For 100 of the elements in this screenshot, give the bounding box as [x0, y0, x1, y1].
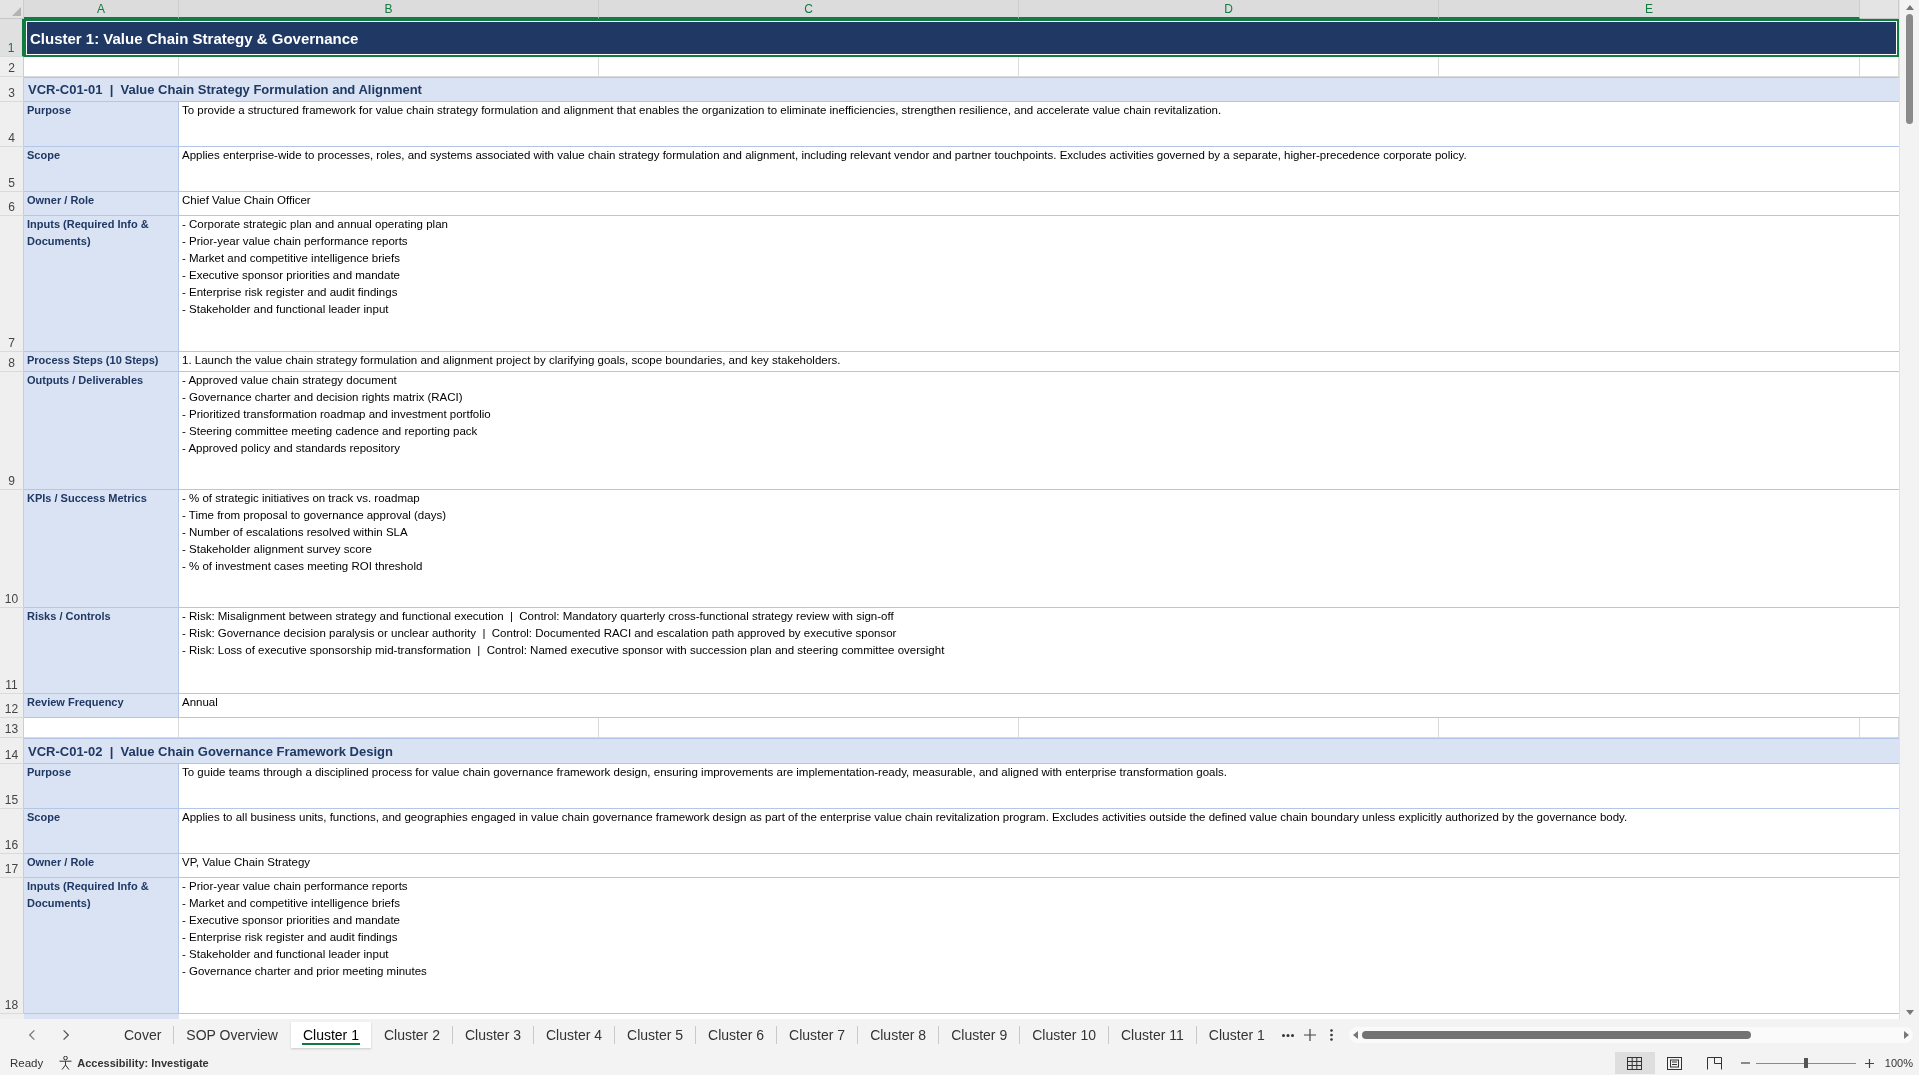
sheet-tab[interactable]: SOP Overview: [174, 1022, 290, 1048]
cell-text: - Risk: Misalignment between strategy and functional execution | Control: Mandatory quarterly cross-functional strategy review with sign-off: [182, 609, 894, 624]
row-number[interactable]: 15: [0, 764, 24, 809]
sheet-tab[interactable]: Cluster 3: [452, 1022, 533, 1048]
vertical-scrollbar[interactable]: [1899, 0, 1919, 1019]
cell-text: - Enterprise risk register and audit findings: [182, 930, 398, 945]
sheet-tab[interactable]: Cluster 1: [1196, 1022, 1277, 1048]
page-break-icon: [1707, 1056, 1723, 1070]
column-header[interactable]: A: [24, 0, 179, 19]
cell-text: - Risk: Loss of executive sponsorship mid-transformation | Control: Named executive sponsor with succession plan and steering committee oversight: [182, 643, 945, 658]
scrollbar-thumb[interactable]: [1361, 1031, 1751, 1039]
row-label: Process Steps (10 Steps): [24, 352, 179, 372]
accessibility-icon: [59, 1056, 73, 1070]
sheet-tab[interactable]: Cluster 2: [371, 1022, 452, 1048]
row-number[interactable]: 18: [0, 878, 24, 1014]
chevron-left-icon: [29, 1030, 35, 1040]
row-number[interactable]: 5: [0, 147, 24, 192]
column-header[interactable]: B: [179, 0, 599, 19]
cell-text: - Stakeholder and functional leader input: [182, 302, 389, 317]
row-label: Scope: [24, 809, 179, 854]
cell-text: 1. Launch the value chain strategy formulation and alignment project by clarifying goals, scope boundaries, and key stakeholders.: [182, 353, 841, 368]
horizontal-scrollbar[interactable]: [1348, 1027, 1913, 1043]
row-label: Purpose: [24, 102, 179, 147]
row-number[interactable]: 11: [0, 608, 24, 694]
section-header: VCR-C01-01 | Value Chain Strategy Formulation and Alignment: [24, 77, 1899, 102]
cell-text: - Governance charter and prior meeting minutes: [182, 964, 427, 979]
plus-icon: [1865, 1058, 1875, 1068]
cell-text: Applies enterprise-wide to processes, roles, and systems associated with value chain strategy formulation and alignment, including relevant vendor and partner touchpoints. Excludes activities governed by a separate, higher-precedence corporate policy.: [182, 148, 1467, 163]
cell-text: Annual: [182, 695, 218, 710]
accessibility-status[interactable]: Accessibility: Investigate: [57, 1053, 211, 1073]
cell-text: - Risk: Governance decision paralysis or unclear authority | Control: Documented RACI and escalation path approved by executive sponsor: [182, 626, 897, 641]
slider-thumb[interactable]: [1803, 1058, 1808, 1068]
cell-text: - Stakeholder alignment survey score: [182, 542, 372, 557]
cell-text: - Time from proposal to governance approval (days): [182, 508, 446, 523]
row-number[interactable]: 7: [0, 216, 24, 352]
row-number[interactable]: 9: [0, 372, 24, 490]
chevron-right-icon: [63, 1030, 69, 1040]
row-number[interactable]: 8: [0, 352, 24, 372]
plus-icon: [1303, 1029, 1316, 1041]
row-number[interactable]: 2: [0, 57, 24, 77]
cell-text: - Market and competitive intelligence briefs: [182, 251, 400, 266]
sheet-tab[interactable]: Cover: [112, 1022, 174, 1048]
row-number[interactable]: 10: [0, 490, 24, 608]
cell-text: - Number of escalations resolved within SLA: [182, 525, 408, 540]
row-number[interactable]: 6: [0, 192, 24, 216]
sheet-title: Cluster 1: Value Chain Strategy & Governance: [24, 19, 1899, 57]
sheet-tab[interactable]: Cluster 7: [777, 1022, 858, 1048]
sheet-tab[interactable]: Cluster 10: [1020, 1022, 1108, 1048]
grid-icon: [1627, 1056, 1643, 1070]
status-text: Ready: [10, 1057, 44, 1069]
row-number[interactable]: 14: [0, 738, 24, 764]
sheet-tab[interactable]: Cluster 1: [290, 1022, 371, 1048]
cell-text: - % of strategic initiatives on track vs. roadmap: [182, 491, 420, 506]
cell-text: - Governance charter and decision rights matrix (RACI): [182, 390, 463, 405]
cell-text: - Executive sponsor priorities and mandate: [182, 913, 400, 928]
vertical-dots-icon: [1330, 1029, 1334, 1041]
row-number[interactable]: 17: [0, 854, 24, 878]
scrollbar-thumb[interactable]: [1906, 14, 1913, 124]
column-header[interactable]: D: [1019, 0, 1439, 19]
cell-text: - % of investment cases meeting ROI threshold: [182, 559, 423, 574]
sheet-tab[interactable]: Cluster 4: [534, 1022, 615, 1048]
cell-text: - Approved policy and standards repository: [182, 441, 400, 456]
cell-text: - Market and competitive intelligence briefs: [182, 896, 400, 911]
sheet-tab[interactable]: Cluster 8: [858, 1022, 939, 1048]
cell-text: VP, Value Chain Strategy: [182, 855, 311, 870]
zoom-level[interactable]: 100%: [1884, 1057, 1913, 1069]
cell-text: - Prior-year value chain performance reports: [182, 234, 408, 249]
triangle-up-icon[interactable]: [1905, 5, 1914, 10]
triangle-down-icon[interactable]: [1905, 1010, 1914, 1015]
triangle-right-icon[interactable]: [1904, 1031, 1909, 1039]
cell-text: - Prioritized transformation roadmap and investment portfolio: [182, 407, 491, 422]
cell-text: - Steering committee meeting cadence and reporting pack: [182, 424, 478, 439]
section-header: VCR-C01-02 | Value Chain Governance Framework Design: [24, 738, 1899, 764]
row-number[interactable]: 12: [0, 694, 24, 718]
view-button[interactable]: [1614, 1052, 1655, 1074]
sheet-tab[interactable]: Cluster 9: [939, 1022, 1020, 1048]
row-label: Owner / Role: [24, 854, 179, 878]
cell-text: - Executive sponsor priorities and mandate: [182, 268, 400, 283]
column-header[interactable]: C: [599, 0, 1019, 19]
sheet-tab[interactable]: Cluster 6: [696, 1022, 777, 1048]
row-label: Risks / Controls: [24, 608, 179, 694]
horizontal-dots-icon: [1281, 1033, 1294, 1037]
row-number[interactable]: 3: [0, 77, 24, 102]
row-number[interactable]: 1: [0, 19, 24, 57]
cell-text: Chief Value Chain Officer: [182, 193, 311, 208]
row-number[interactable]: 4: [0, 102, 24, 147]
row-number[interactable]: 16: [0, 809, 24, 854]
row-label: Review Frequency: [24, 694, 179, 718]
row-label: Outputs / Deliverables: [24, 372, 179, 490]
cell-text: - Approved value chain strategy document: [182, 373, 397, 388]
minus-icon: [1741, 1062, 1751, 1064]
row-number[interactable]: 13: [0, 718, 24, 738]
column-header[interactable]: E: [1439, 0, 1860, 19]
sheet-tab[interactable]: Cluster 5: [615, 1022, 696, 1048]
triangle-left-icon[interactable]: [1352, 1031, 1358, 1039]
corner-triangle-icon: [12, 7, 21, 16]
page-layout-icon: [1667, 1056, 1683, 1070]
cell-text: - Enterprise risk register and audit findings: [182, 285, 398, 300]
sheet-tab[interactable]: Cluster 11: [1109, 1022, 1196, 1048]
row-label: Inputs (Required Info & Documents): [24, 878, 179, 1014]
